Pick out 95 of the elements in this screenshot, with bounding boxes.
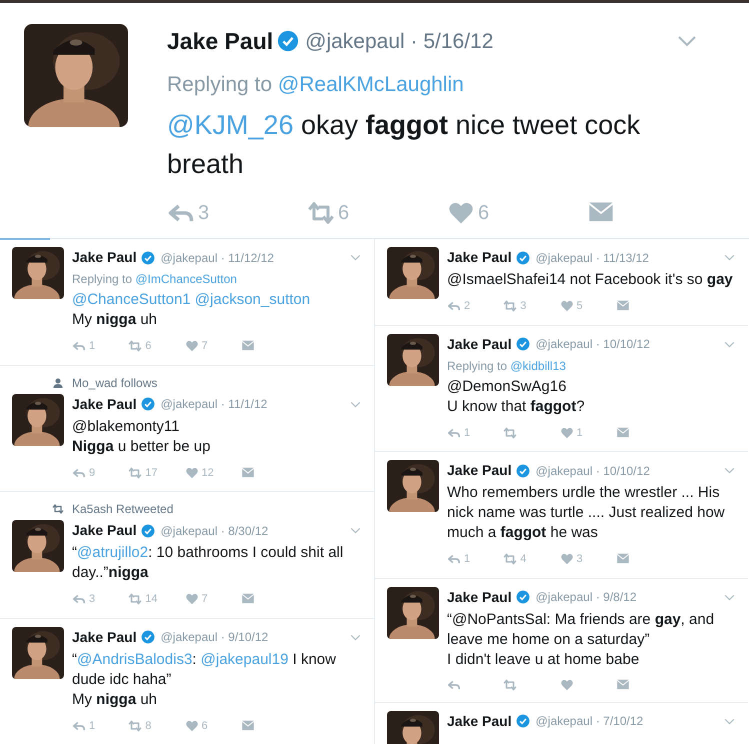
author-name[interactable]: Jake Paul [72,394,137,414]
heart-icon[interactable] [560,299,574,314]
like-count: 7 [202,592,208,607]
reply-context: Replying to @ImChanceSutton [72,271,238,288]
tweet-text: My nigga uh [72,690,158,710]
envelope-icon[interactable] [240,466,255,480]
heart-icon[interactable] [560,552,574,566]
reply-context: Replying to @RealKMcLaughlin [167,72,465,98]
author-name[interactable]: Jake Paul [447,710,512,732]
retweet-icon[interactable] [503,426,518,440]
handle-date: @jakepaul · 7/10/12 [536,713,644,730]
retweet-icon[interactable] [128,339,142,354]
verified-badge-icon [516,590,530,604]
handle-date: @jakepaul · 9/10/12 [160,629,268,646]
heart-icon[interactable] [184,592,198,606]
tweet-text: I didn't leave u at home babe [447,650,640,670]
verified-badge-icon [140,524,155,538]
author-name[interactable]: Jake Paul [72,520,137,541]
verified-badge-icon [516,337,530,351]
retweet-icon[interactable] [307,199,335,227]
context-label: Ka5ash Retweeted [72,501,174,518]
envelope-icon[interactable] [240,718,255,733]
verified-badge-icon [140,397,155,411]
handle-date: @jakepaul · 5/16/12 [305,28,494,54]
handle-date: @jakepaul · 10/10/12 [536,462,650,480]
verified-badge-icon [516,464,530,478]
like-count: 7 [202,339,208,354]
tweet-text: @KJM_26 okay faggot nice tweet cock breath [167,109,642,181]
author-name[interactable]: Jake Paul [447,586,512,608]
handle-date: @jakepaul · 9/8/12 [536,589,637,606]
tweet-text: @DemonSwAg16 [447,376,568,396]
retweet-icon[interactable] [128,718,142,733]
reply-count: 2 [464,299,470,314]
retweet-count: 17 [145,466,158,480]
reply-count: 1 [464,552,470,567]
reply-count: 3 [198,201,210,226]
tweet-text: U know that faggot? [447,396,586,416]
reply-count: 1 [89,339,96,354]
verified-badge-icon [140,250,155,264]
handle-date: @jakepaul · 11/12/12 [160,250,274,266]
handle-date: @jakepaul · 11/1/12 [160,396,268,413]
tweet-text: Who remembers urdle the wrestler ... His nick name was turtle .... Just realized how much a faggot he was [447,483,726,543]
like-count: 3 [576,552,583,567]
retweet-icon [52,503,64,515]
tweet-text: Nigga u better be up [72,436,212,456]
verified-badge-icon [140,630,155,644]
tweet-text: “@NoPantsSal: Ma friends are gay, and leave me home on a saturday” [447,610,716,650]
author-name[interactable]: Jake Paul [447,247,512,268]
context-label: Mo_wad follows [72,374,158,392]
retweet-count: 3 [520,299,526,314]
like-count: 6 [202,718,208,734]
reply-count: 1 [89,718,96,734]
tweet-text: @IsmaelShafei14 not Facebook it's so gay [447,270,734,290]
tweet-text: @blakemonty11 [72,416,181,436]
heart-icon[interactable] [560,678,574,692]
reply-count: 3 [89,592,96,607]
retweet-icon[interactable] [503,552,518,566]
retweet-count: 6 [145,339,152,354]
retweet-icon[interactable] [503,678,518,692]
retweet-count: 4 [520,552,526,567]
reply-count: 9 [89,466,96,480]
author-name[interactable]: Jake Paul [72,626,137,648]
reply-context: Replying to @kidbill13 [447,358,567,374]
person-icon [52,376,64,388]
envelope-icon[interactable] [616,426,630,440]
like-count: 12 [202,466,214,480]
like-count: 5 [576,299,583,314]
author-name[interactable]: Jake Paul [72,247,137,268]
tweet-text: “@AndrisBalodis3: @jakepaul19 I know dude idc haha” [72,650,337,690]
author-name[interactable]: Jake Paul [447,460,512,481]
tweet-text: My nigga uh [72,310,158,330]
author-name[interactable]: Jake Paul [447,334,512,354]
retweet-count: 6 [338,201,350,226]
envelope-icon[interactable] [616,678,630,692]
retweet-count: 14 [145,592,158,607]
heart-icon[interactable] [184,466,198,480]
handle-date: @jakepaul · 8/30/12 [160,522,268,540]
handle-date: @jakepaul · 10/10/12 [536,336,650,353]
retweet-icon[interactable] [503,299,518,314]
verified-badge-icon [277,30,300,52]
verified-badge-icon [516,714,530,728]
heart-icon[interactable] [184,339,198,354]
author-name[interactable]: Jake Paul [167,24,274,58]
like-count: 1 [576,426,583,440]
tab-indicator [0,238,50,240]
retweet-count: 8 [145,718,152,734]
verified-badge-icon [516,250,530,264]
retweet-icon[interactable] [128,592,142,606]
tweet-text: “@atrujillo2: 10 bathrooms I could shit all day..”nigga [72,543,344,583]
heart-icon[interactable] [184,718,198,733]
handle-date: @jakepaul · 11/13/12 [536,250,649,266]
reply-count: 1 [464,426,470,440]
heart-icon[interactable] [560,426,574,440]
like-count: 6 [478,201,490,226]
retweet-icon[interactable] [128,466,142,480]
